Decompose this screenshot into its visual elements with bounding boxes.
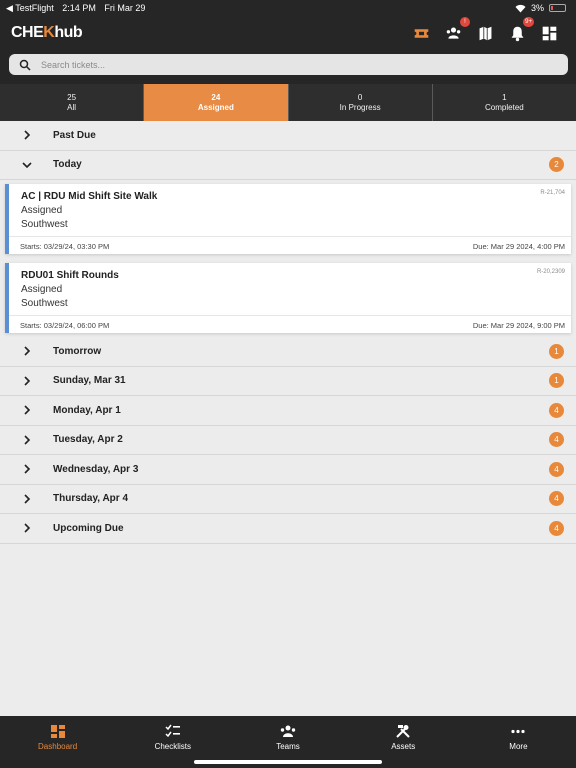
tools-icon (396, 725, 410, 738)
ticket-title: AC | RDU Mid Shift Site Walk (21, 191, 158, 202)
status-date: Fri Mar 29 (104, 3, 146, 13)
wifi-icon (515, 4, 526, 12)
battery-icon (549, 4, 566, 12)
section-title: Today (53, 159, 82, 171)
section-title: Upcoming Due (53, 522, 124, 534)
section-title: Past Due (53, 129, 96, 141)
tab-completed[interactable]: 1 Completed (433, 84, 576, 121)
checklist-icon (165, 724, 180, 738)
ticket-list: Past Due Today 2 AC | RDU Mid Shift Site… (0, 121, 576, 544)
chevron-right-icon (24, 434, 31, 445)
battery-percent: 3% (530, 3, 544, 13)
chevron-right-icon (24, 493, 31, 504)
section-monday[interactable]: Monday, Apr 1 4 (0, 396, 576, 426)
ticket-icon[interactable] (412, 24, 430, 42)
section-title: Thursday, Apr 4 (53, 493, 129, 505)
section-sunday[interactable]: Sunday, Mar 31 1 (0, 367, 576, 396)
count-badge: 1 (549, 343, 564, 359)
tab-all[interactable]: 25 All (0, 84, 145, 121)
teams-icon (280, 725, 296, 737)
count-badge: 4 (549, 432, 564, 448)
status-time: 2:14 PM (62, 3, 96, 13)
ticket-starts: Starts: 03/29/24, 06:00 PM (20, 321, 110, 330)
search-input[interactable] (41, 59, 521, 70)
count-badge: 4 (549, 491, 564, 507)
dashboard-icon (50, 725, 65, 738)
chekhub-logo[interactable]: CHEKhub (11, 24, 83, 42)
tab-assigned[interactable]: 24 Assigned (144, 84, 289, 121)
section-today[interactable]: Today 2 (0, 151, 576, 180)
ticket-card[interactable]: RDU01 Shift Rounds R-20,2309 Assigned So… (5, 263, 571, 333)
ticket-due: Due: Mar 29 2024, 9:00 PM (472, 321, 565, 330)
status-bar: ◀ TestFlight 2:14 PM Fri Mar 29 3% (0, 0, 576, 16)
nav-dashboard[interactable]: Dashboard (0, 716, 115, 768)
section-past-due[interactable]: Past Due (0, 121, 576, 151)
ticket-due: Due: Mar 29 2024, 4:00 PM (472, 242, 565, 251)
section-title: Monday, Apr 1 (53, 404, 121, 416)
ticket-region: Southwest (21, 298, 68, 309)
section-tuesday[interactable]: Tuesday, Apr 2 4 (0, 426, 576, 455)
ticket-status: Assigned (21, 284, 63, 295)
ticket-status: Assigned (21, 205, 63, 216)
ticket-ref: R-20,2309 (536, 269, 565, 275)
section-tomorrow[interactable]: Tomorrow 1 (0, 337, 576, 367)
search-icon (19, 59, 31, 71)
section-wednesday[interactable]: Wednesday, Apr 3 4 (0, 455, 576, 485)
chevron-right-icon (24, 523, 31, 533)
count-badge: 4 (549, 461, 564, 477)
ticket-ref: R-21,704 (540, 190, 565, 196)
chevron-right-icon (24, 464, 31, 474)
count-badge: 1 (549, 373, 564, 389)
chevron-down-icon (22, 161, 32, 168)
section-title: Wednesday, Apr 3 (53, 463, 139, 475)
bell-icon[interactable]: 9+ (508, 17, 534, 42)
ticket-starts: Starts: 03/29/24, 03:30 PM (20, 242, 110, 251)
count-badge: 4 (549, 402, 564, 418)
section-title: Tomorrow (53, 345, 102, 357)
top-bar: ◀ TestFlight 2:14 PM Fri Mar 29 3% CHEKh… (0, 0, 576, 84)
chevron-right-icon (24, 130, 31, 140)
chevron-right-icon (24, 346, 31, 356)
count-badge: 4 (549, 520, 564, 536)
home-indicator[interactable] (194, 760, 382, 764)
dashboard-grid-icon[interactable] (540, 24, 558, 42)
nav-more[interactable]: More (461, 716, 576, 768)
count-badge: 2 (549, 157, 564, 173)
tab-in-progress[interactable]: 0 In Progress (289, 84, 433, 121)
ticket-title: RDU01 Shift Rounds (21, 270, 119, 281)
search-bar[interactable] (9, 54, 568, 75)
section-title: Sunday, Mar 31 (53, 375, 126, 387)
chevron-right-icon (24, 405, 31, 415)
more-icon (511, 729, 526, 734)
team-alert-icon[interactable]: ! (444, 17, 470, 42)
section-upcoming-due[interactable]: Upcoming Due 4 (0, 514, 576, 544)
ticket-region: Southwest (21, 219, 68, 230)
section-title: Tuesday, Apr 2 (53, 434, 123, 446)
notifications-badge: 9+ (523, 17, 534, 27)
status-tabs: 25 All 24 Assigned 0 In Progress 1 Completed (0, 84, 576, 121)
back-to-testflight[interactable]: ◀ TestFlight (6, 3, 54, 13)
section-thursday[interactable]: Thursday, Apr 4 4 (0, 485, 576, 514)
team-alert-badge: ! (460, 17, 470, 27)
map-icon[interactable] (476, 24, 494, 42)
chevron-right-icon (24, 375, 31, 386)
ticket-card[interactable]: AC | RDU Mid Shift Site Walk R-21,704 As… (5, 184, 571, 254)
